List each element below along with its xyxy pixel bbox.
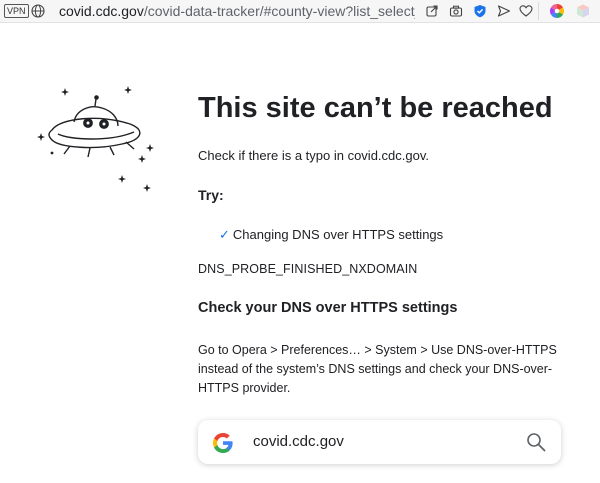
toolbar-divider bbox=[538, 2, 539, 20]
suggestion-link[interactable]: Changing DNS over HTTPS settings bbox=[233, 227, 443, 242]
page-title: This site can’t be reached bbox=[198, 92, 553, 124]
typo-hint: Check if there is a typo in covid.cdc.go… bbox=[198, 148, 429, 163]
browser-toolbar: VPN covid.cdc.gov/covid-data-tracker/#co… bbox=[0, 0, 600, 23]
camera-icon[interactable] bbox=[449, 4, 463, 18]
dns-instructions: Go to Opera > Preferences… > System > Us… bbox=[198, 343, 557, 395]
send-icon[interactable] bbox=[497, 4, 511, 18]
shield-check-icon[interactable] bbox=[473, 4, 487, 18]
cube-icon[interactable] bbox=[575, 3, 591, 19]
google-logo-icon bbox=[213, 433, 233, 453]
search-input[interactable]: covid.cdc.gov bbox=[253, 433, 344, 450]
heart-icon[interactable] bbox=[519, 4, 533, 18]
ufo-illustration bbox=[37, 86, 154, 192]
vpn-badge[interactable]: VPN bbox=[4, 4, 29, 18]
address-bar[interactable]: covid.cdc.gov/covid-data-tracker/#county… bbox=[59, 3, 415, 19]
url-host: covid.cdc.gov bbox=[59, 3, 144, 19]
share-icon[interactable] bbox=[425, 4, 439, 18]
suggestion-item[interactable]: ✓ Changing DNS over HTTPS settings bbox=[219, 227, 443, 243]
error-code: DNS_PROBE_FINISHED_NXDOMAIN bbox=[198, 262, 418, 276]
checkmark-icon: ✓ bbox=[219, 227, 230, 242]
search-icon[interactable] bbox=[526, 432, 546, 452]
globe-icon bbox=[31, 4, 45, 18]
color-wheel-icon[interactable] bbox=[549, 3, 565, 19]
dns-heading: Check your DNS over HTTPS settings bbox=[198, 300, 458, 316]
url-path: /covid-data-tracker/#county-view?list_se… bbox=[143, 3, 415, 19]
try-heading: Try: bbox=[198, 187, 224, 203]
search-box[interactable]: covid.cdc.gov bbox=[198, 420, 561, 464]
